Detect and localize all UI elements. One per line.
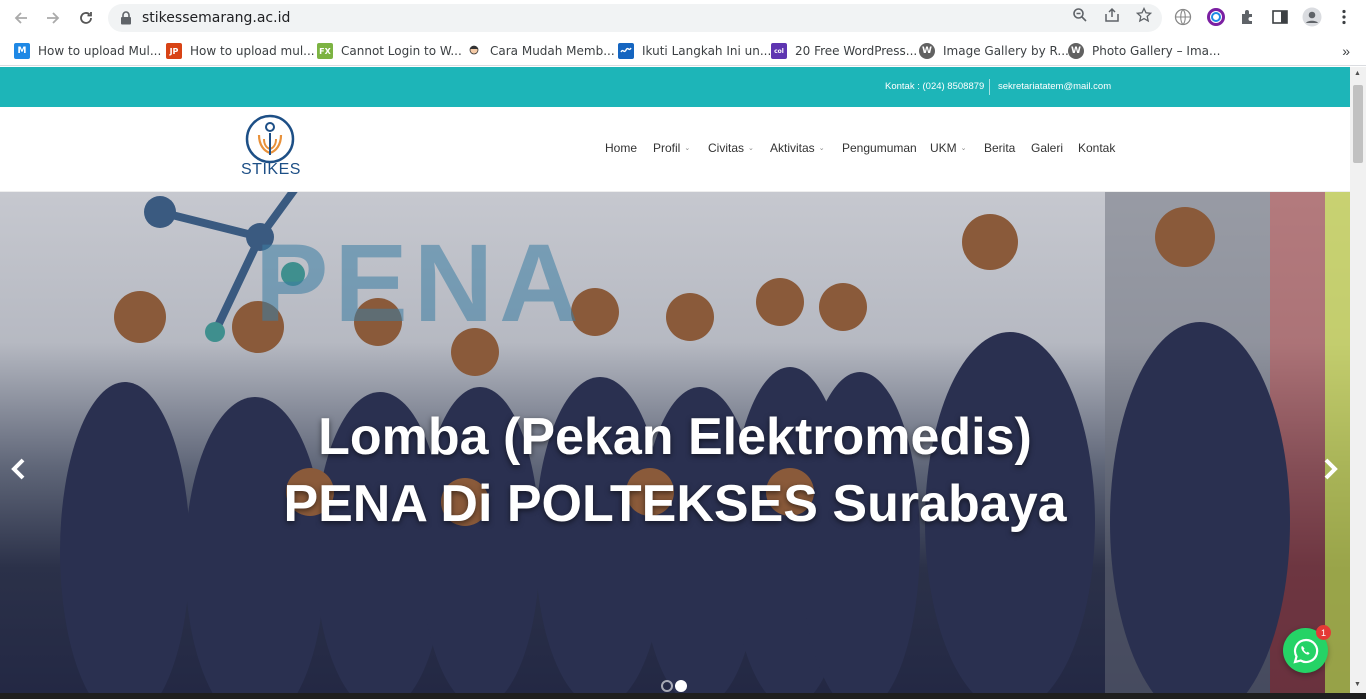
nav-label: Profil <box>653 141 681 155</box>
bookmark-label: How to upload Mul... <box>38 44 162 58</box>
bookmark-label: Cannot Login to W... <box>341 44 462 58</box>
nav-ukm[interactable]: UKM ⌄ <box>930 141 967 155</box>
bookmark-label: 20 Free WordPress... <box>795 44 918 58</box>
bookmark-item[interactable]: Cara Mudah Memb... <box>466 42 615 60</box>
nav-berita[interactable]: Berita <box>984 141 1015 155</box>
reload-icon <box>80 12 92 24</box>
wordpress-favicon-icon: W <box>919 43 935 59</box>
bookmarks-bar: M How to upload Mul... JP How to upload … <box>0 36 1366 66</box>
bookmark-label: Photo Gallery – Ima... <box>1092 44 1221 58</box>
topbar-divider <box>989 79 990 95</box>
slider-next-arrow-icon[interactable] <box>1319 454 1343 484</box>
color-picker-extension-icon[interactable] <box>1206 7 1226 27</box>
globe-extension-icon[interactable] <box>1173 7 1193 27</box>
slider-dot-active[interactable] <box>675 680 687 692</box>
whatsapp-notification-badge: 1 <box>1316 625 1331 640</box>
slider-prev-arrow-icon[interactable] <box>6 454 30 484</box>
nav-label: Berita <box>984 141 1016 155</box>
bookmark-label: How to upload mul... <box>190 44 315 58</box>
side-panel-icon[interactable] <box>1270 7 1290 27</box>
chevron-down-icon: ⌄ <box>748 145 754 152</box>
bookmark-label: Ikuti Langkah Ini un... <box>642 44 772 58</box>
zoom-icon[interactable] <box>1071 6 1089 24</box>
chevron-down-icon: ⌄ <box>684 145 691 152</box>
bookmark-item[interactable]: M How to upload Mul... <box>14 42 161 60</box>
os-taskbar-strip <box>0 693 1366 699</box>
bookmark-item[interactable]: FX Cannot Login to W... <box>317 42 462 60</box>
scroll-down-arrow-icon[interactable]: ▼ <box>1354 681 1361 688</box>
bookmark-item[interactable]: W Photo Gallery – Ima... <box>1068 42 1220 60</box>
chevron-down-icon: ⌄ <box>818 145 825 152</box>
nav-civitas[interactable]: Civitas ⌄ <box>708 141 754 155</box>
nav-label: Pengumuman <box>842 141 917 155</box>
nav-label: Kontak <box>1078 141 1116 155</box>
bookmark-favicon-icon: JP <box>166 43 182 59</box>
profile-avatar-icon[interactable] <box>1302 7 1322 27</box>
whatsapp-icon <box>1292 638 1318 664</box>
wordpress-favicon-icon: W <box>1068 43 1084 59</box>
forward-arrow-icon <box>47 12 60 24</box>
bookmark-favicon-icon: M <box>14 43 30 59</box>
reload-button[interactable] <box>74 6 98 30</box>
nav-pengumuman[interactable]: Pengumuman <box>842 141 917 155</box>
slider-dot[interactable] <box>661 680 673 692</box>
extensions-puzzle-icon[interactable] <box>1238 7 1258 27</box>
browser-toolbar: stikessemarang.ac.id <box>0 0 1366 36</box>
lock-icon <box>121 11 131 25</box>
scrollbar-thumb[interactable] <box>1353 85 1363 163</box>
bookmark-label: Cara Mudah Memb... <box>490 44 615 58</box>
wave-favicon-icon <box>618 43 634 59</box>
site-header: STIKES Home Profil ⌄ Civitas ⌄ Aktivitas ⌄ … <box>0 107 1350 192</box>
nav-label: Civitas <box>708 141 745 155</box>
bookmark-item[interactable]: JP How to upload mul... <box>166 42 315 60</box>
nav-aktivitas[interactable]: Aktivitas ⌄ <box>770 141 825 155</box>
slide-title-line-2: PENA Di POLTEKSES Surabaya <box>283 475 1067 533</box>
logo-text: STIKES <box>241 161 301 178</box>
nav-galeri[interactable]: Galeri <box>1031 141 1063 155</box>
scroll-up-arrow-icon[interactable]: ▲ <box>1354 70 1361 77</box>
url-text: stikessemarang.ac.id <box>142 10 291 26</box>
back-button[interactable] <box>9 6 33 30</box>
forward-button[interactable] <box>41 6 65 30</box>
hero-slider: PENA Lomba (Pekan Elektromedis) PENA Di … <box>0 192 1350 693</box>
bookmark-star-icon[interactable] <box>1135 6 1153 24</box>
web-page: Kontak : (024) 8508879 sekretariatatem@m… <box>0 67 1350 693</box>
nav-profil[interactable]: Profil ⌄ <box>653 141 690 155</box>
face-favicon-icon <box>466 43 482 59</box>
bookmarks-overflow-button[interactable]: » <box>1342 43 1350 59</box>
bookmark-item[interactable]: W Image Gallery by R... <box>919 42 1069 60</box>
banner-backdrop-text: PENA <box>255 222 585 345</box>
share-icon[interactable] <box>1103 6 1121 24</box>
nav-home[interactable]: Home <box>605 141 637 155</box>
nav-label: Aktivitas <box>770 141 815 155</box>
bookmark-item[interactable]: Ikuti Langkah Ini un... <box>618 42 771 60</box>
nav-label: Galeri <box>1031 141 1064 155</box>
chevron-down-icon: ⌄ <box>960 145 967 152</box>
address-bar[interactable]: stikessemarang.ac.id <box>108 4 1162 32</box>
page-scrollbar[interactable]: ▲ ▼ <box>1350 67 1366 693</box>
back-arrow-icon <box>14 12 27 24</box>
contact-phone[interactable]: Kontak : (024) 8508879 <box>885 81 984 92</box>
contact-email[interactable]: sekretariatatem@mail.com <box>998 81 1111 92</box>
nav-label: UKM <box>930 141 957 155</box>
nav-label: Home <box>605 141 638 155</box>
bookmark-item[interactable]: col 20 Free WordPress... <box>771 42 917 60</box>
bookmark-favicon-icon: FX <box>317 43 333 59</box>
contact-topbar: Kontak : (024) 8508879 sekretariatatem@m… <box>0 67 1350 107</box>
bookmark-favicon-icon: col <box>771 43 787 59</box>
slide-title-line-1: Lomba (Pekan Elektromedis) <box>318 408 1032 466</box>
bookmark-label: Image Gallery by R... <box>943 44 1069 58</box>
nav-kontak[interactable]: Kontak <box>1078 141 1115 155</box>
browser-menu-kebab-icon[interactable] <box>1334 7 1354 27</box>
